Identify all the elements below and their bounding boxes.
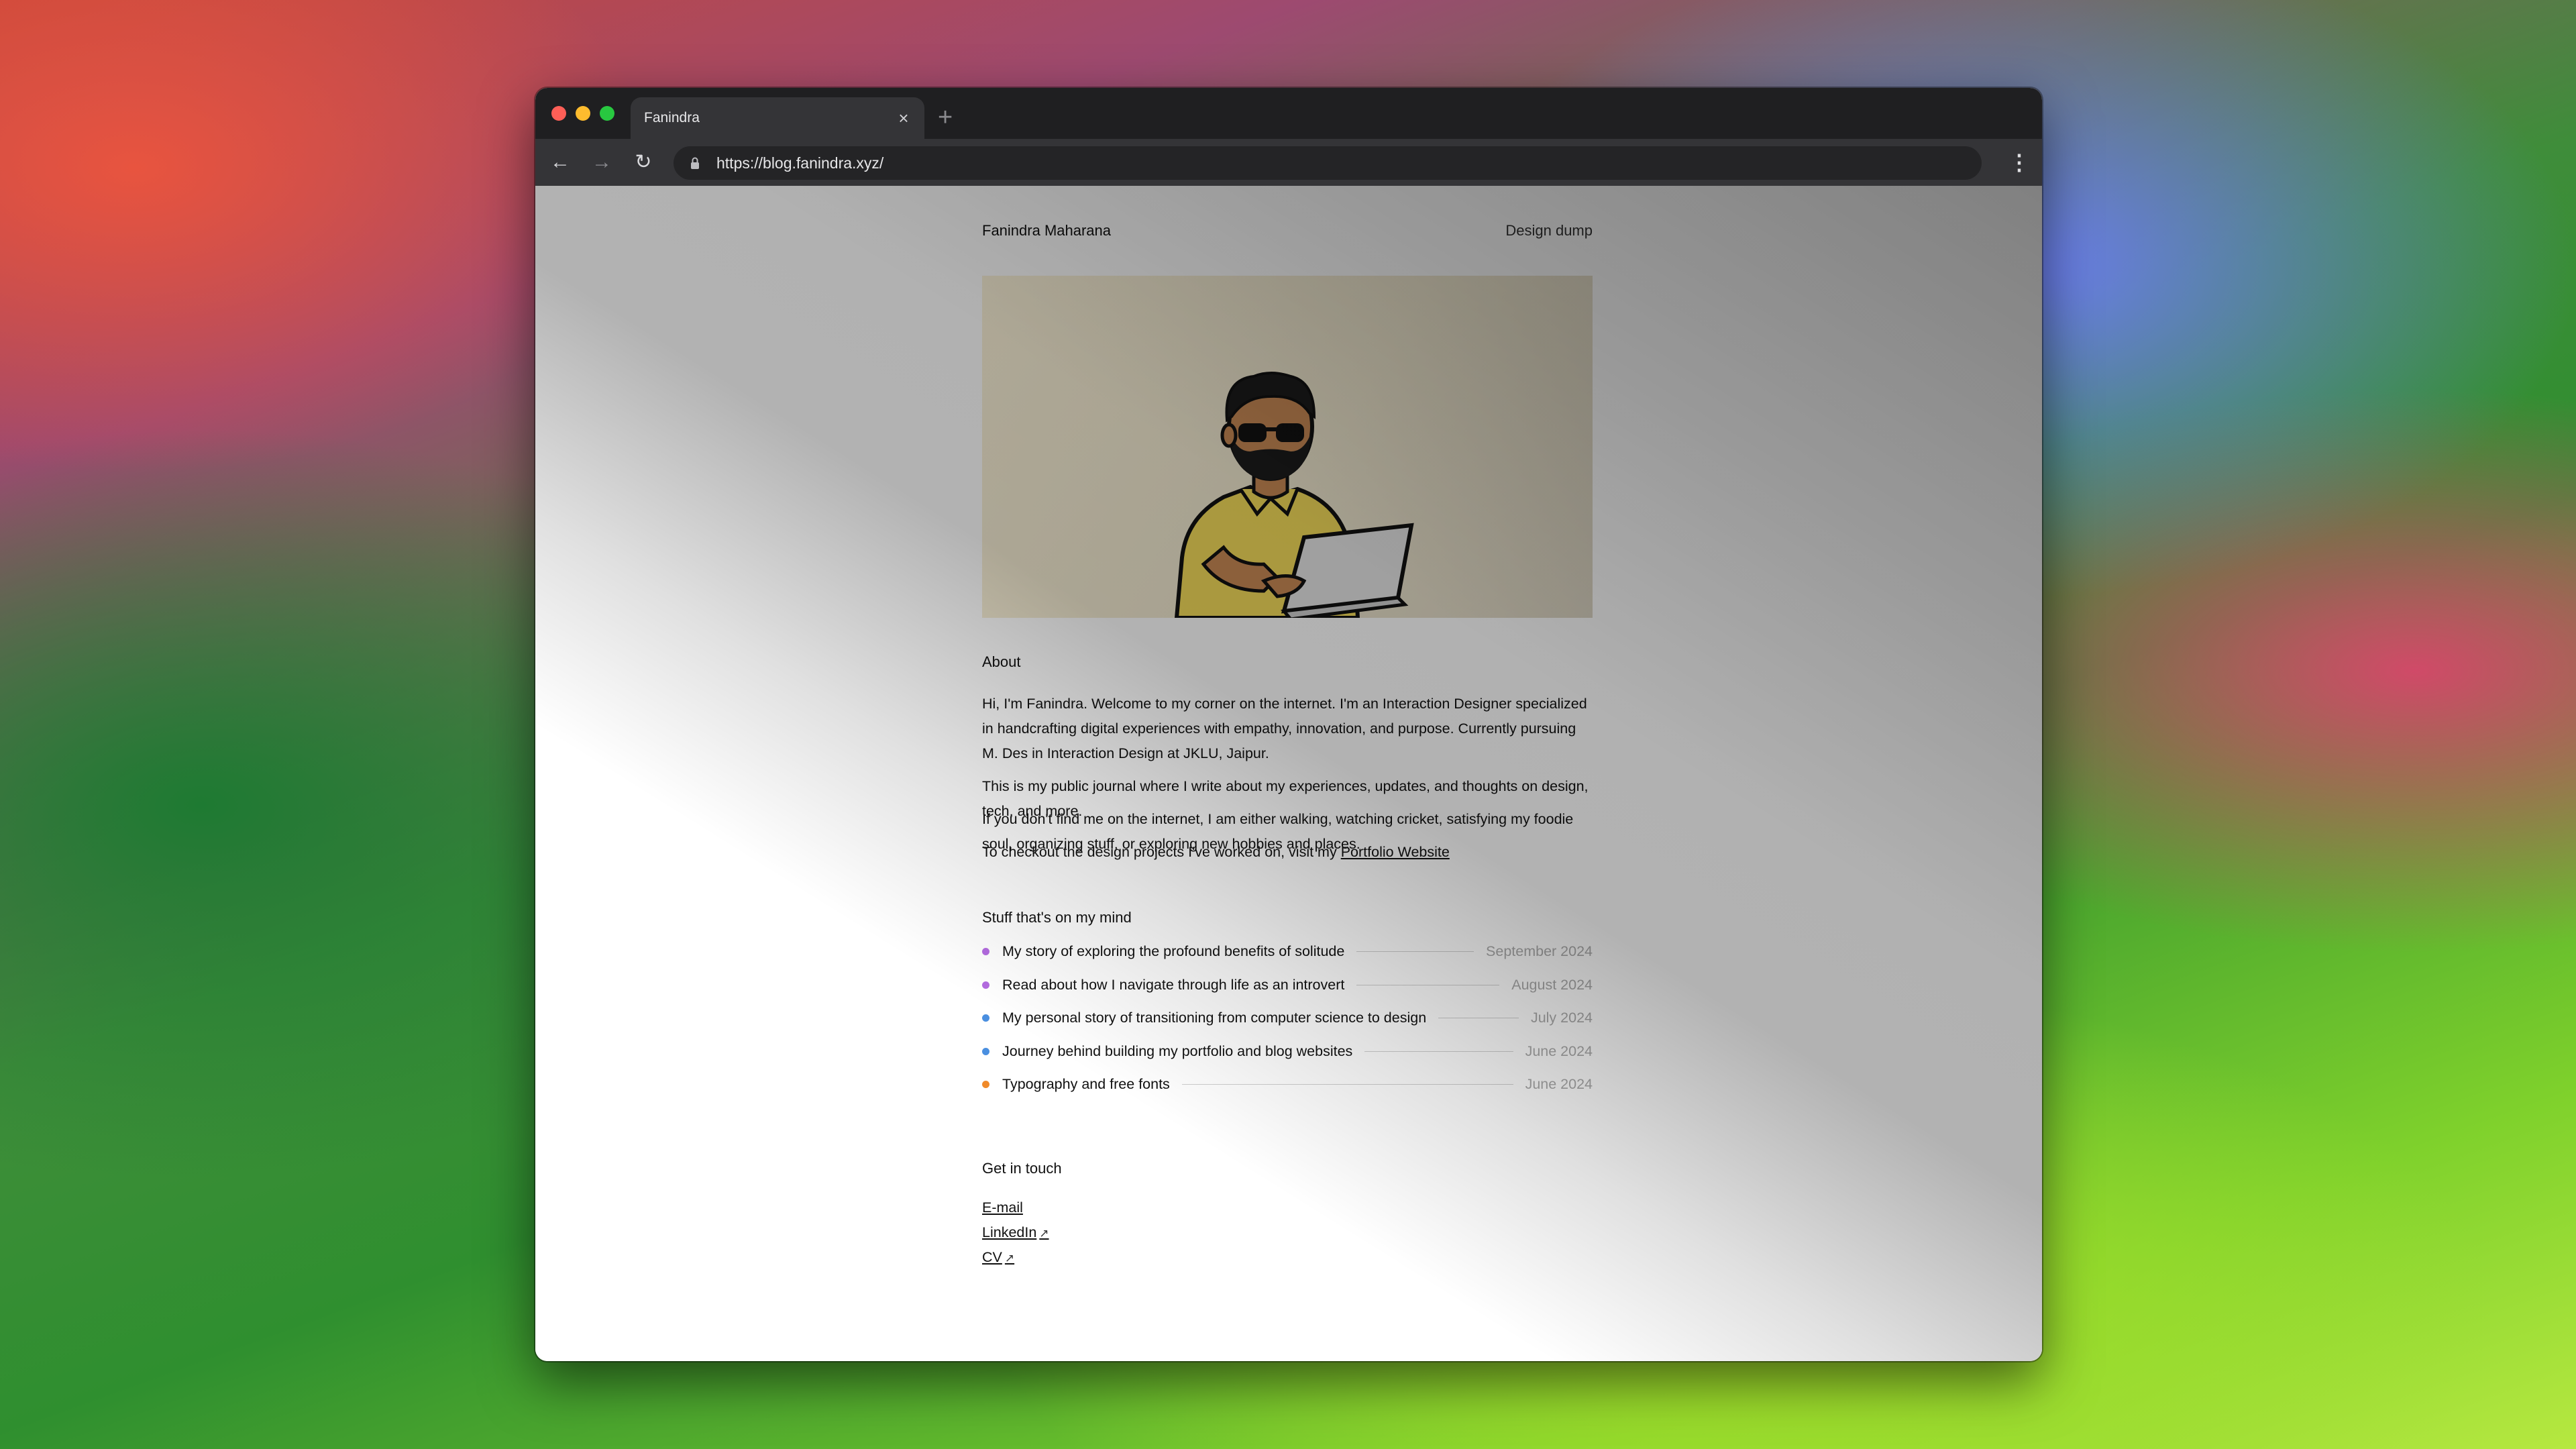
tab-fanindra[interactable]: Fanindra ×	[631, 97, 924, 139]
tab-title: Fanindra	[644, 110, 700, 125]
email-link-label[interactable]: E-mail	[982, 1199, 1023, 1216]
post-dot-icon	[982, 1081, 989, 1089]
browser-window: Fanindra × + ← → ↻ https://blog.fanindra…	[535, 88, 2042, 1361]
post-date: June 2024	[1525, 1076, 1593, 1093]
post-item[interactable]: My personal story of transitioning from …	[982, 1002, 1593, 1035]
post-date: August 2024	[1511, 976, 1593, 993]
post-dot-icon	[982, 1047, 989, 1055]
address-bar[interactable]: https://blog.fanindra.xyz/	[674, 146, 1982, 180]
cv-link-label[interactable]: CV	[982, 1249, 1002, 1265]
external-link-icon: ↗	[1039, 1227, 1049, 1240]
external-link-icon: ↗	[1004, 1252, 1015, 1265]
post-list: My story of exploring the profound benef…	[982, 935, 1593, 1102]
site-header: Fanindra Maharana Design dump	[982, 222, 1593, 242]
contact-heading: Get in touch	[982, 1160, 1062, 1177]
post-item[interactable]: Read about how I navigate through life a…	[982, 969, 1593, 1002]
post-title[interactable]: Read about how I navigate through life a…	[1002, 977, 1344, 994]
more-menu-icon[interactable]: ⋮	[2006, 147, 2033, 178]
post-title[interactable]: My story of exploring the profound benef…	[1002, 943, 1344, 960]
new-tab-icon[interactable]: +	[938, 100, 953, 135]
post-item[interactable]: Typography and free fonts June 2024	[982, 1068, 1593, 1102]
post-dot-icon	[982, 1014, 989, 1022]
portfolio-prefix: To checkout the design projects I've wor…	[982, 844, 1337, 860]
post-title[interactable]: Typography and free fonts	[1002, 1076, 1170, 1093]
about-paragraph-4: To checkout the design projects I've wor…	[982, 840, 1593, 865]
maximize-window-button[interactable]	[600, 106, 614, 121]
minimize-window-button[interactable]	[576, 106, 590, 121]
post-item[interactable]: Journey behind building my portfolio and…	[982, 1035, 1593, 1069]
post-item[interactable]: My story of exploring the profound benef…	[982, 935, 1593, 969]
page-viewport: Fanindra Maharana Design dump About Hi, …	[535, 186, 2042, 1361]
email-link[interactable]: E-mail	[982, 1199, 1023, 1216]
posts-heading: Stuff that's on my mind	[982, 909, 1132, 926]
post-date: September 2024	[1486, 943, 1593, 960]
post-dot-icon	[982, 981, 989, 989]
close-tab-icon[interactable]: ×	[894, 97, 914, 139]
close-window-button[interactable]	[551, 106, 566, 121]
post-date: July 2024	[1530, 1010, 1593, 1026]
portfolio-website-link[interactable]: Portfolio Website	[1341, 844, 1450, 860]
post-title[interactable]: My personal story of transitioning from …	[1002, 1010, 1426, 1026]
post-dot-icon	[982, 948, 989, 956]
post-title[interactable]: Journey behind building my portfolio and…	[1002, 1043, 1352, 1060]
site-name[interactable]: Fanindra Maharana	[982, 222, 1111, 239]
cv-link[interactable]: CV ↗	[982, 1249, 1014, 1266]
linkedin-link[interactable]: LinkedIn ↗	[982, 1224, 1049, 1241]
linkedin-link-label[interactable]: LinkedIn	[982, 1224, 1036, 1240]
reload-icon[interactable]: ↻	[628, 147, 659, 178]
post-divider	[1356, 951, 1474, 953]
url-text[interactable]: https://blog.fanindra.xyz/	[716, 154, 883, 172]
post-divider	[1364, 1051, 1513, 1052]
back-arrow-icon[interactable]: ←	[545, 147, 576, 178]
avatar-illustration	[1174, 372, 1414, 618]
title-bar: Fanindra × +	[535, 88, 2042, 139]
about-heading: About	[982, 653, 1021, 670]
post-date: June 2024	[1525, 1042, 1593, 1059]
forward-arrow-icon[interactable]: →	[586, 147, 617, 178]
about-paragraph-1: Hi, I'm Fanindra. Welcome to my corner o…	[982, 696, 1587, 761]
design-dump-link[interactable]: Design dump	[1505, 222, 1593, 239]
hero-illustration	[982, 276, 1593, 618]
post-divider	[1181, 1084, 1513, 1085]
browser-toolbar: ← → ↻ https://blog.fanindra.xyz/ ⋮	[535, 139, 2042, 186]
